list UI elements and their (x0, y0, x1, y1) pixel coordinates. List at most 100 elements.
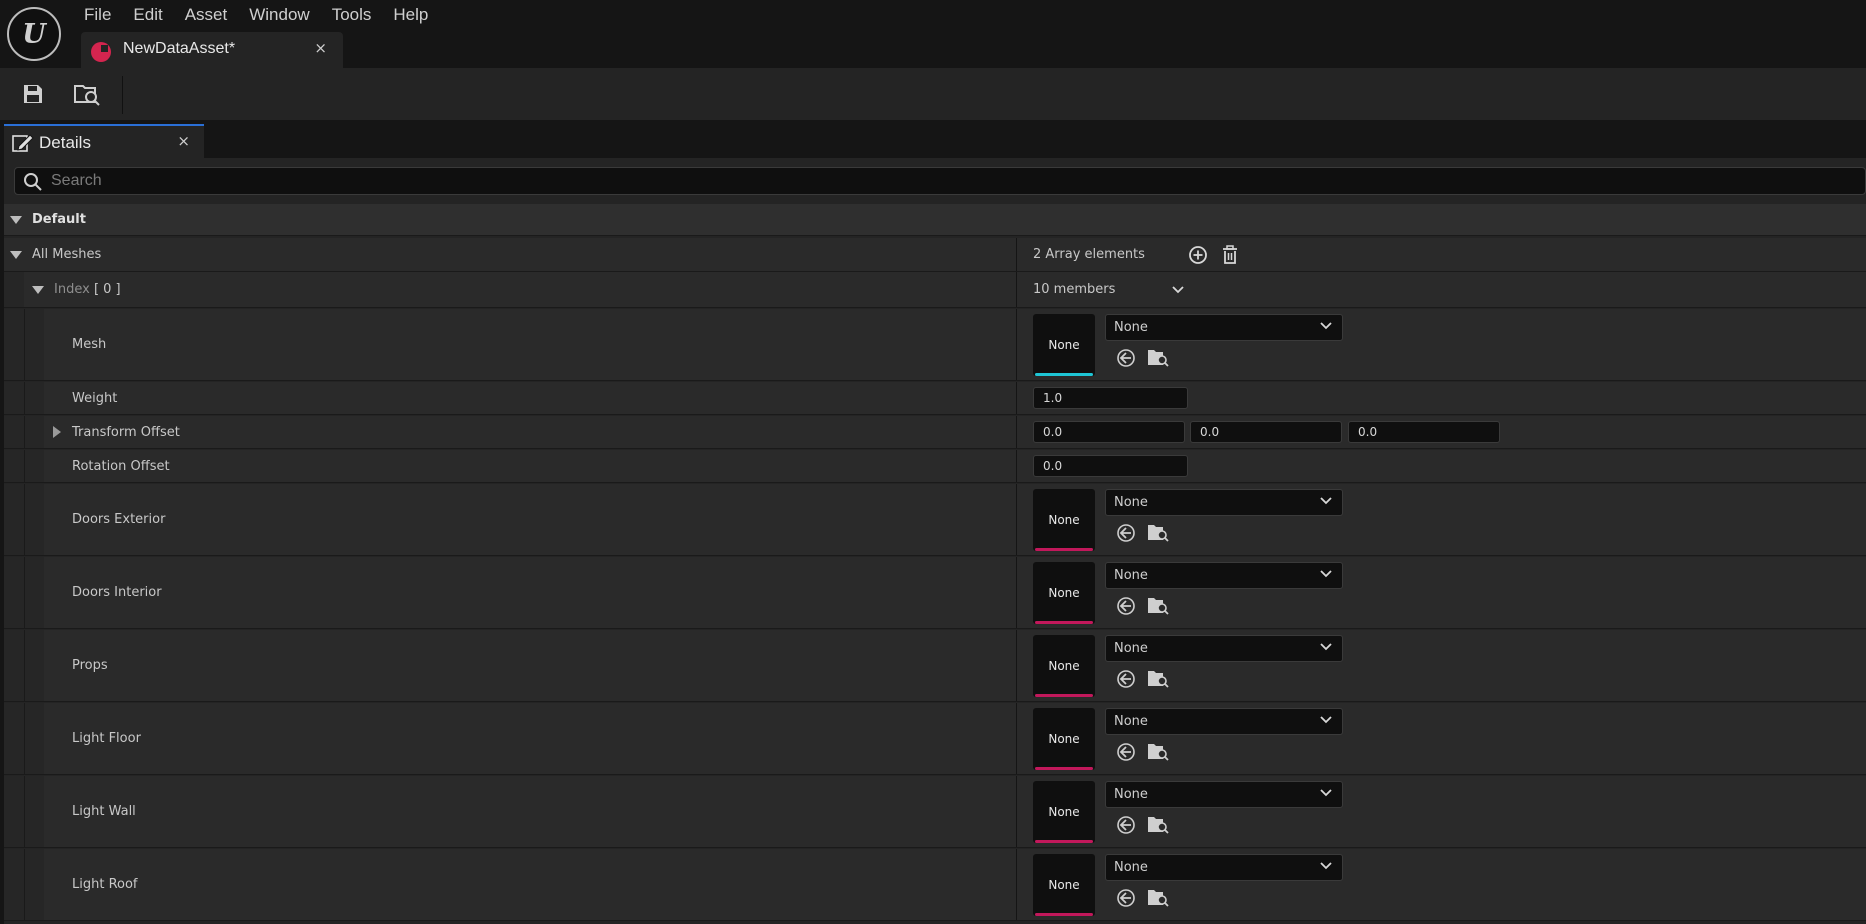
chevron-down-icon (1320, 497, 1332, 505)
property-doors-interior: Doors Interior None None (4, 557, 1866, 629)
search-box[interactable] (14, 167, 1866, 195)
props-thumbnail-text: None (1048, 659, 1080, 673)
all-meshes-collapse-arrow-icon[interactable] (10, 251, 22, 259)
document-tab-close-button[interactable]: × (314, 39, 327, 57)
doors-exterior-name-cell: Doors Exterior (4, 484, 1017, 555)
light-wall-thumbnail-text: None (1048, 805, 1080, 819)
details-tab-close-button[interactable]: × (177, 132, 190, 150)
transform-offset-label: Transform Offset (72, 425, 180, 440)
weight-label: Weight (72, 391, 118, 406)
property-light-floor: Light Floor None None (4, 703, 1866, 775)
save-button[interactable] (16, 78, 50, 110)
transform-offset-z-input[interactable]: 0.0 (1348, 421, 1500, 443)
browse-asset-button[interactable] (1147, 668, 1169, 690)
rotation-offset-input[interactable]: 0.0 (1033, 455, 1188, 477)
chevron-down-icon (1320, 789, 1332, 797)
asset-toolbar (0, 68, 1866, 120)
mesh-thumbnail[interactable]: None (1033, 314, 1095, 376)
indent-line (24, 450, 25, 482)
menu-asset[interactable]: Asset (174, 0, 239, 30)
menu-edit[interactable]: Edit (122, 0, 173, 30)
mesh-asset-picker[interactable]: None (1105, 314, 1343, 341)
details-panel: Default All Meshes 2 Array elements (4, 158, 1866, 924)
transform-offset-x-input[interactable]: 0.0 (1033, 421, 1185, 443)
light-roof-thumbnail[interactable]: None (1033, 854, 1095, 916)
doors-interior-thumbnail[interactable]: None (1033, 562, 1095, 624)
use-selected-asset-button[interactable] (1115, 668, 1137, 690)
light-floor-asset-picker[interactable]: None (1105, 708, 1343, 735)
toolbar-separator (122, 76, 123, 114)
indent-line (24, 776, 25, 847)
all-meshes-name-cell: All Meshes (4, 238, 1017, 271)
property-index-0: Index [ 0 ] 10 members (4, 272, 1866, 308)
use-selected-arrow-icon (1117, 597, 1135, 615)
menu-window[interactable]: Window (238, 0, 320, 30)
mesh-asset-picker-value: None (1114, 320, 1148, 335)
document-tab-label: NewDataAsset* (123, 40, 236, 57)
add-element-button[interactable] (1187, 244, 1209, 266)
menu-help[interactable]: Help (382, 0, 439, 30)
props-asset-picker[interactable]: None (1105, 635, 1343, 662)
browse-asset-button[interactable] (1147, 814, 1169, 836)
clear-array-button[interactable] (1219, 244, 1241, 266)
browse-asset-button[interactable] (1147, 595, 1169, 617)
edit-pencil-icon (12, 134, 34, 152)
indent-line (24, 309, 25, 380)
index-0-label: Index [ 0 ] (54, 282, 121, 297)
doors-exterior-thumbnail[interactable]: None (1033, 489, 1095, 551)
category-default[interactable]: Default (4, 204, 1866, 236)
doors-interior-thumbnail-accent (1035, 621, 1093, 624)
light-floor-name-cell: Light Floor (4, 703, 1017, 774)
mesh-label: Mesh (72, 337, 107, 352)
title-bar: U File Edit Asset Window Tools Help NewD… (0, 0, 1866, 68)
use-selected-asset-button[interactable] (1115, 595, 1137, 617)
trash-icon (1223, 245, 1237, 264)
transform-offset-y-input[interactable]: 0.0 (1190, 421, 1342, 443)
search-row (4, 158, 1866, 204)
light-roof-asset-picker[interactable]: None (1105, 854, 1343, 881)
light-floor-thumbnail[interactable]: None (1033, 708, 1095, 770)
use-selected-asset-button[interactable] (1115, 887, 1137, 909)
browse-folder-icon (1148, 817, 1169, 834)
weight-input[interactable]: 1.0 (1033, 387, 1188, 409)
browse-asset-button[interactable] (1147, 741, 1169, 763)
browse-folder-icon (1148, 598, 1169, 615)
use-selected-asset-button[interactable] (1115, 522, 1137, 544)
light-wall-thumbnail[interactable]: None (1033, 781, 1095, 843)
logo-letter: U (22, 18, 46, 50)
unreal-logo[interactable]: U (7, 7, 61, 61)
browse-asset-button[interactable] (1147, 522, 1169, 544)
use-selected-asset-button[interactable] (1115, 814, 1137, 836)
doors-interior-asset-picker[interactable]: None (1105, 562, 1343, 589)
doors-exterior-asset-picker[interactable]: None (1105, 489, 1343, 516)
browse-to-asset-button[interactable] (70, 78, 104, 110)
browse-asset-button[interactable] (1147, 887, 1169, 909)
doors-exterior-asset-picker-value: None (1114, 495, 1148, 510)
expand-arrow-icon[interactable] (53, 426, 61, 438)
property-all-meshes: All Meshes 2 Array elements (4, 238, 1866, 272)
doors-interior-thumbnail-text: None (1048, 586, 1080, 600)
rotation-offset-label: Rotation Offset (72, 459, 170, 474)
category-default-label: Default (32, 212, 86, 227)
props-thumbnail[interactable]: None (1033, 635, 1095, 697)
light-wall-asset-picker-value: None (1114, 787, 1148, 802)
members-chevron-down-icon[interactable] (1172, 286, 1184, 294)
use-selected-arrow-icon (1117, 524, 1135, 542)
menu-bar: File Edit Asset Window Tools Help (73, 0, 439, 30)
light-wall-asset-picker[interactable]: None (1105, 781, 1343, 808)
document-tab[interactable]: NewDataAsset* × (81, 32, 343, 68)
search-input[interactable] (51, 170, 1831, 192)
details-tab[interactable]: Details × (4, 124, 204, 158)
collapse-arrow-icon[interactable] (10, 216, 22, 224)
index-0-name-cell: Index [ 0 ] (4, 272, 1017, 307)
use-selected-asset-button[interactable] (1115, 347, 1137, 369)
use-selected-asset-button[interactable] (1115, 741, 1137, 763)
menu-file[interactable]: File (73, 0, 122, 30)
doors-exterior-thumbnail-text: None (1048, 513, 1080, 527)
property-rotation-offset: Rotation Offset 0.0 (4, 450, 1866, 483)
index-0-collapse-arrow-icon[interactable] (32, 286, 44, 294)
browse-to-asset-icon (74, 85, 100, 106)
property-light-roof: Light Roof None None (4, 849, 1866, 921)
menu-tools[interactable]: Tools (321, 0, 383, 30)
browse-asset-button[interactable] (1147, 347, 1169, 369)
